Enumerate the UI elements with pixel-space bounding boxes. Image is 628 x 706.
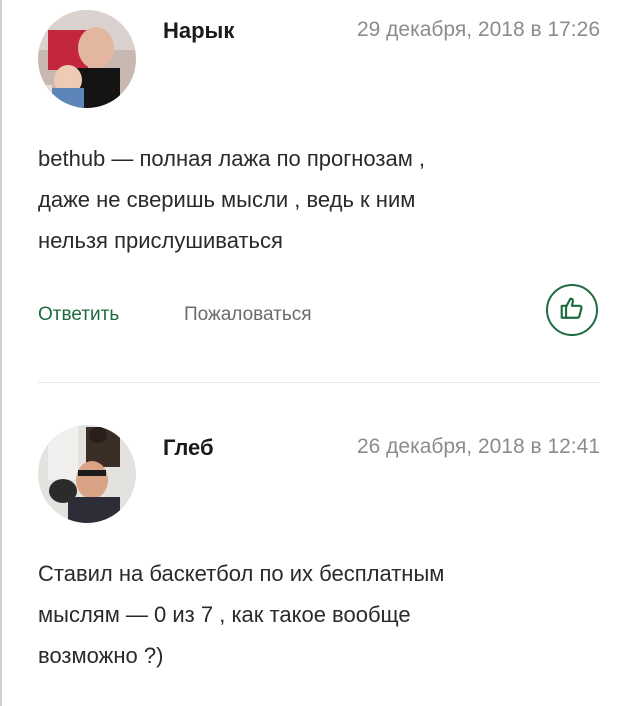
comment-author[interactable]: Глеб bbox=[163, 435, 214, 461]
reply-button[interactable]: Ответить bbox=[38, 304, 119, 326]
avatar[interactable] bbox=[38, 425, 136, 523]
like-button[interactable] bbox=[546, 284, 598, 336]
comment-author[interactable]: Нарык bbox=[163, 18, 234, 44]
thumbs-up-icon bbox=[559, 295, 585, 326]
comment-date: 29 декабря, 2018 в 17:26 bbox=[356, 18, 600, 41]
comment-text: bethub — полная лажа по прогнозам , даже… bbox=[38, 138, 578, 261]
comment-actions: Ответить Пожаловаться bbox=[38, 284, 600, 358]
comment-text-line: мыслям — 0 из 7 , как такое вообще bbox=[38, 602, 411, 627]
comment-text-line: Ставил на баскетбол по их бесплатным bbox=[38, 561, 445, 586]
comment-text-line: bethub — полная лажа по прогнозам , bbox=[38, 146, 426, 171]
comment-text-line: нельзя прислушиваться bbox=[38, 228, 283, 253]
comment-text-line: возможно ?) bbox=[38, 643, 164, 668]
frame-border bbox=[0, 0, 2, 706]
comment-date: 26 декабря, 2018 в 12:41 bbox=[356, 435, 600, 458]
comment-divider bbox=[38, 382, 600, 383]
comment-text: Ставил на баскетбол по их бесплатным мыс… bbox=[38, 553, 578, 676]
comment-text-line: даже не сверишь мысли , ведь к ним bbox=[38, 187, 416, 212]
complain-button[interactable]: Пожаловаться bbox=[184, 304, 312, 326]
avatar[interactable] bbox=[38, 10, 136, 108]
